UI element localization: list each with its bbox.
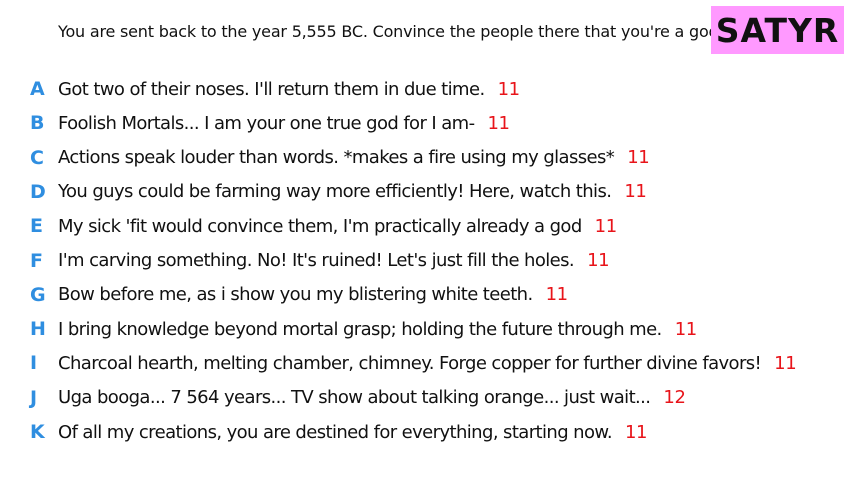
answer-text-body: You guys could be farming way more effic…: [58, 181, 612, 203]
answer-letter: G: [30, 283, 46, 306]
answer-text: Uga booga... 7 564 years... TV show abou…: [58, 387, 686, 408]
answer-text: Got two of their noses. I'll return them…: [58, 79, 520, 100]
answer-text-body: Got two of their noses. I'll return them…: [58, 78, 485, 100]
answer-text: I'm carving something. No! It's ruined! …: [58, 250, 610, 271]
category-badge-label: SATYR: [715, 10, 840, 50]
answer-text: Of all my creations, you are destined fo…: [58, 422, 647, 443]
answer-text-body: I bring knowledge beyond mortal grasp; h…: [58, 318, 662, 340]
answer-text-body: Of all my creations, you are destined fo…: [58, 421, 613, 443]
answer-letter: A: [30, 78, 45, 100]
answer-text-body: Actions speak louder than words. *makes …: [58, 147, 615, 169]
answer-text-body: Uga booga... 7 564 years... TV show abou…: [58, 387, 651, 409]
answer-letter: E: [30, 215, 43, 238]
answer-score: 11: [497, 78, 521, 100]
category-badge: SATYR: [711, 6, 844, 54]
answer-letter: J: [30, 386, 38, 409]
answer-text: Charcoal hearth, melting chamber, chimne…: [58, 352, 797, 374]
answer-letter: C: [30, 146, 44, 169]
answer-score: 11: [487, 112, 510, 134]
answer-score: 12: [663, 387, 686, 409]
answer-text: Actions speak louder than words. *makes …: [58, 147, 650, 169]
answer-score: 11: [587, 250, 610, 271]
answer-text: Bow before me, as i show you my blisteri…: [58, 284, 568, 305]
answer-text: My sick 'fit would convince them, I'm pr…: [58, 216, 617, 237]
answer-score: 11: [627, 147, 650, 169]
answer-letter: H: [30, 318, 46, 341]
answer-score: 11: [624, 421, 648, 443]
answer-score: 11: [674, 318, 698, 340]
answer-text-body: Bow before me, as i show you my blisteri…: [58, 284, 533, 306]
answer-letter: I: [30, 352, 38, 375]
answer-score: 11: [624, 181, 647, 203]
answer-letter: B: [30, 112, 45, 135]
answer-text: You guys could be farming way more effic…: [58, 181, 647, 203]
answer-text-body: I'm carving something. No! It's ruined! …: [58, 250, 575, 271]
answer-text-body: Foolish Mortals... I am your one true go…: [58, 112, 475, 134]
answer-score: 11: [774, 352, 797, 374]
question-prompt: You are sent back to the year 5,555 BC. …: [58, 22, 724, 41]
answer-letter: K: [30, 421, 45, 443]
answer-score: 11: [594, 215, 618, 237]
answer-text-body: Charcoal hearth, melting chamber, chimne…: [58, 352, 762, 374]
answer-text: I bring knowledge beyond mortal grasp; h…: [58, 319, 697, 340]
answer-text-body: My sick 'fit would convince them, I'm pr…: [58, 215, 582, 237]
answer-letter: D: [30, 180, 46, 203]
answer-score: 11: [545, 284, 569, 306]
answer-letter: F: [30, 249, 43, 272]
answer-text: Foolish Mortals... I am your one true go…: [58, 113, 510, 134]
